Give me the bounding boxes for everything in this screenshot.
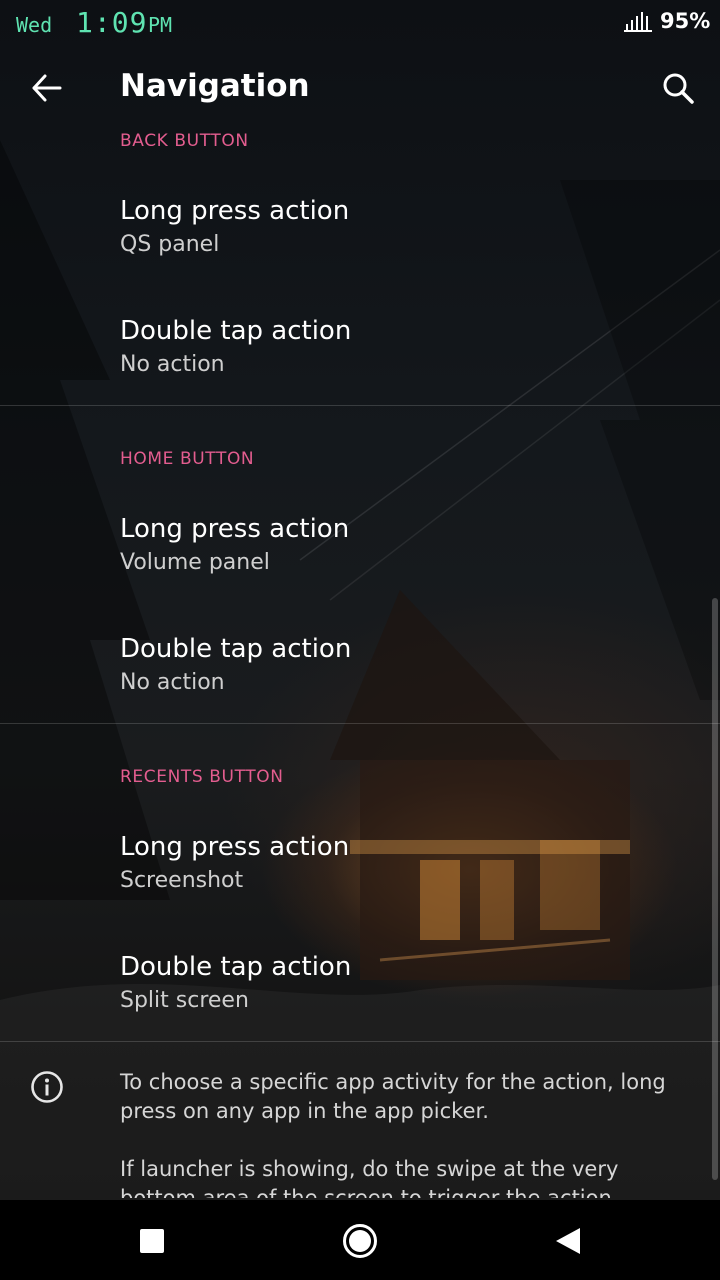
home-circle-icon[interactable]: [342, 1223, 378, 1259]
item-value: No action: [120, 352, 225, 377]
item-value: QS panel: [120, 232, 220, 257]
recents-double-tap-action[interactable]: Double tap action Split screen: [0, 952, 720, 1072]
status-time: 1:09: [76, 6, 148, 39]
info-text-launcher-swipe: If launcher is showing, do the swipe at …: [120, 1157, 619, 1198]
item-title: Long press action: [120, 514, 350, 544]
home-long-press-action[interactable]: Long press action Volume panel: [0, 514, 720, 634]
status-bar: Wed 1:09 PM 95%: [0, 0, 720, 48]
recents-square-icon[interactable]: [140, 1229, 164, 1253]
item-value: No action: [120, 670, 225, 695]
item-value: Volume panel: [120, 550, 270, 575]
app-bar: Navigation: [0, 48, 720, 128]
info-text-app-activity: To choose a specific app activity for th…: [120, 1070, 666, 1123]
item-value: Screenshot: [120, 868, 244, 893]
section-divider: [0, 1041, 720, 1042]
back-triangle-icon[interactable]: [554, 1226, 582, 1256]
back-long-press-action[interactable]: Long press action QS panel: [0, 196, 720, 316]
status-day: Wed: [16, 13, 53, 37]
back-arrow-icon[interactable]: [26, 66, 70, 110]
item-title: Double tap action: [120, 952, 352, 982]
back-double-tap-action[interactable]: Double tap action No action: [0, 316, 720, 436]
battery-level: 95%: [660, 9, 711, 33]
system-nav-bar: [0, 1200, 720, 1280]
search-icon[interactable]: [656, 66, 700, 110]
section-header-recents-button: RECENTS BUTTON: [120, 767, 284, 787]
home-double-tap-action[interactable]: Double tap action No action: [0, 634, 720, 754]
recents-long-press-action[interactable]: Long press action Screenshot: [0, 832, 720, 952]
item-title: Double tap action: [120, 316, 352, 346]
section-divider: [0, 405, 720, 406]
section-header-home-button: HOME BUTTON: [120, 449, 255, 469]
signal-icon: [624, 12, 652, 32]
settings-list[interactable]: BACK BUTTON Long press action QS panel D…: [0, 128, 720, 1198]
scrollbar[interactable]: [712, 598, 718, 1180]
page-title: Navigation: [120, 68, 310, 104]
status-ampm: PM: [148, 13, 173, 37]
info-icon: [31, 1071, 63, 1103]
item-title: Long press action: [120, 832, 350, 862]
item-title: Double tap action: [120, 634, 352, 664]
section-header-back-button: BACK BUTTON: [120, 131, 249, 151]
section-divider: [0, 723, 720, 724]
item-value: Split screen: [120, 988, 249, 1013]
item-title: Long press action: [120, 196, 350, 226]
